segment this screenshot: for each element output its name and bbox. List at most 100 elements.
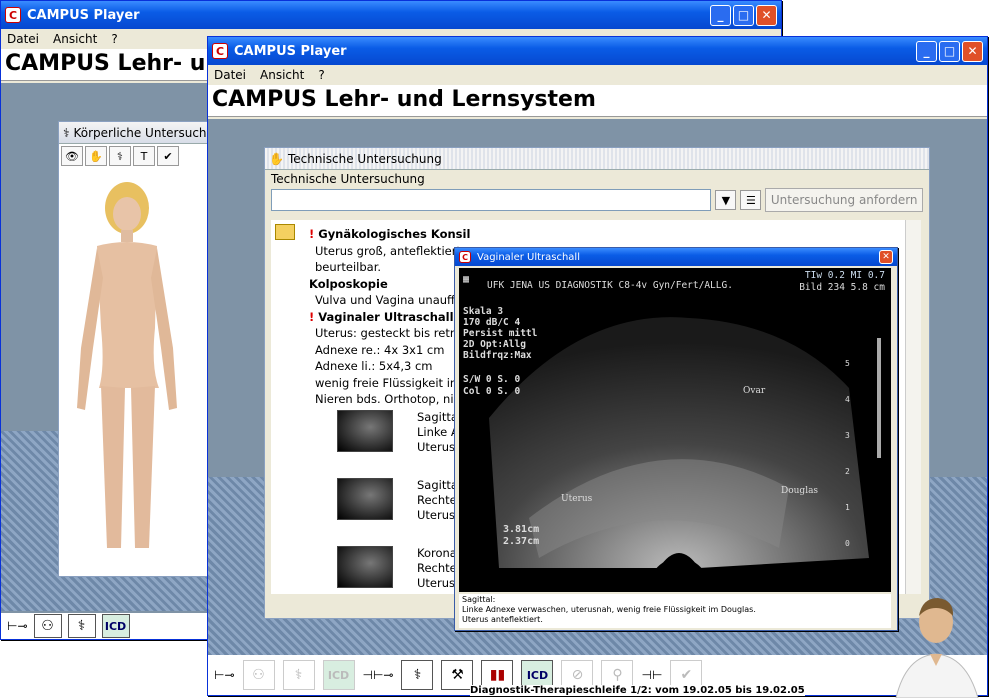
finding-text: Adnexe li.: 5x4,3 cm [315,359,433,373]
menu-ansicht[interactable]: Ansicht [260,68,304,82]
front-page-title: CAMPUS Lehr- und Lernsystem [208,85,987,117]
ultrasound-thumbnail[interactable] [337,410,393,452]
maximize-button[interactable]: □ [733,4,754,26]
finding-text: Vaginaler Ultraschall [318,309,454,324]
close-button[interactable]: ✕ [756,4,777,26]
ultrasound-thumbnail[interactable] [337,478,393,520]
doctor-patient-icon[interactable]: ⚇ [33,614,62,638]
menu-help[interactable]: ? [318,68,324,82]
finding-line: wenig freie Flüssigkeit im [309,375,470,392]
stethoscope-tool-icon[interactable]: ⚕ [109,146,131,166]
front-titlebar: C CAMPUS Player _ □ ✕ [208,37,987,65]
stethoscope-active-icon[interactable]: ⚕ [401,660,434,690]
finding-text: Uterus groß, anteflektiert, [315,243,465,258]
finding-text: wenig freie Flüssigkeit im [315,375,462,390]
thumbnail-row[interactable]: Sagitta Linke A Uterus [337,410,459,464]
stethoscope-step-icon[interactable]: ⚕ [282,660,315,690]
thumbnail-caption: Korona [417,546,457,560]
thumbnail-caption: Uterus [417,440,456,454]
body-figure[interactable] [59,168,209,548]
label-ovar: Ovar [743,386,766,396]
app-icon: C [5,7,21,23]
close-button[interactable]: ✕ [962,40,983,62]
back-window-title: CAMPUS Player [27,7,140,23]
depth-tick: 4 [845,395,850,404]
finding-line: Uterus groß, anteflektiert, [309,243,470,260]
minimize-button[interactable]: _ [916,40,937,62]
ultrasound-title: Vaginaler Ultraschall [477,251,580,263]
findings-text: ! Gynäkologisches Konsil Uterus groß, ante… [309,226,470,408]
thumbnail-caption: Rechte [417,493,457,507]
icd-icon[interactable]: ICD [101,614,130,638]
eye-icon[interactable]: 👁 [61,146,83,166]
minimize-button[interactable]: _ [710,4,731,26]
hand-scan-icon: ✋ [269,151,284,166]
measure-1: 3.81cm [503,524,540,535]
app-icon: C [212,43,228,59]
tech-exam-title: Technische Untersuchung [287,151,442,166]
pipeline-join-icon: ⊣⊢⊸ [362,668,394,682]
finding-line: Vulva und Vagina unauffäl [309,292,470,309]
stethoscope-step-icon[interactable]: ⚕ [67,614,96,638]
exam-select[interactable] [271,189,712,211]
measure-2: 2.37cm [503,536,540,547]
scalpel-icon[interactable]: ⚒ [441,660,474,690]
menu-ansicht[interactable]: Ansicht [53,32,97,46]
menu-help[interactable]: ? [111,32,117,46]
dropdown-arrow-icon[interactable]: ▼ [715,190,737,210]
vertical-scrollbar[interactable] [905,220,921,594]
tree-view-icon[interactable]: ☰ [740,190,762,210]
maximize-button[interactable]: □ [939,40,960,62]
reflex-hammer-icon[interactable]: T [133,146,155,166]
front-window-title: CAMPUS Player [234,43,347,59]
request-exam-button[interactable]: Untersuchung anfordern [765,188,924,212]
app-icon: C [459,251,471,263]
body-exam-tools: 👁 ✋ ⚕ T ✔ [59,144,209,168]
finding-text: Nieren bds. Orthotop, nich [315,392,468,406]
tech-section-label: Technische Untersuchung [271,172,425,186]
check-icon[interactable]: ✔ [157,146,179,166]
front-menubar: Datei Ansicht ? [208,65,987,85]
finding-line: Nieren bds. Orthotop, nich [309,391,470,408]
thumbnail-row[interactable]: Korona Rechte Uterus [337,546,459,600]
thumbnail-caption: Uterus [417,576,456,590]
menu-datei[interactable]: Datei [214,68,246,82]
finding-text: Vulva und Vagina unauffäl [315,293,466,307]
depth-tick: 3 [845,431,850,440]
body-exam-title: Körperliche Untersuch [73,125,207,140]
thumbnail-caption: Uterus [417,508,456,522]
close-button[interactable]: ✕ [879,250,893,264]
ultrasound-image[interactable]: ▦ UFK JENA US DIAGNOSTIK C8-4v Gyn/Fert/… [459,268,891,592]
doctor-avatar[interactable] [886,586,986,698]
icd-icon-dim[interactable]: ICD [322,660,355,690]
body-exam-panel: ⚕ Körperliche Untersuch 👁 ✋ ⚕ T ✔ [58,121,210,577]
thumbnail-caption: Sagitta [417,478,458,492]
request-row: ▼ ☰ Untersuchung anfordern [265,188,929,212]
us-tlw: TIw 0.2 MI 0.7 [804,270,885,281]
ultrasound-thumbnail[interactable] [337,546,393,588]
thumbnail-row[interactable]: Sagitta Rechte Uterus [337,478,459,532]
caption-line: Uterus anteflektiert. [462,615,543,624]
caption-line: Linke Adnexe verwaschen, uterusnah, weni… [462,605,756,614]
alert-icon: ! [309,227,315,241]
us-sw: S/W 0 S. 0 [463,374,521,385]
finding-line: beurteilbar. [309,259,470,276]
pipeline-start-icon: ⊢⊸ [214,668,235,682]
menu-datei[interactable]: Datei [7,32,39,46]
folder-icon[interactable] [275,224,295,240]
us-param: Bildfrqz:Max [463,350,532,361]
us-param: Persist mittl [463,328,538,339]
ultrasound-titlebar: C Vaginaler Ultraschall ✕ [455,248,897,266]
depth-scale: 5 4 3 2 1 0 [845,346,850,562]
image-thumbnails: Sagitta Linke A Uterus Sagitta Rechte Uterus K… [337,410,459,614]
doctor-patient-icon[interactable]: ⚇ [242,660,275,690]
us-param: 2D Opt:Allg [463,339,526,350]
us-col: Col 0 S. 0 [463,386,521,397]
hand-icon[interactable]: ✋ [85,146,107,166]
us-params: Skala 3 170 dB/C 4 Persist mittl 2D Opt:All… [463,306,537,361]
label-uterus: Uterus [561,494,593,504]
tech-exam-titlebar: ✋ Technische Untersuchung [265,148,929,170]
finding-text: beurteilbar. [315,260,382,274]
pipeline-start-icon: ⊢⊸ [7,619,28,633]
depth-tick: 0 [845,539,850,548]
